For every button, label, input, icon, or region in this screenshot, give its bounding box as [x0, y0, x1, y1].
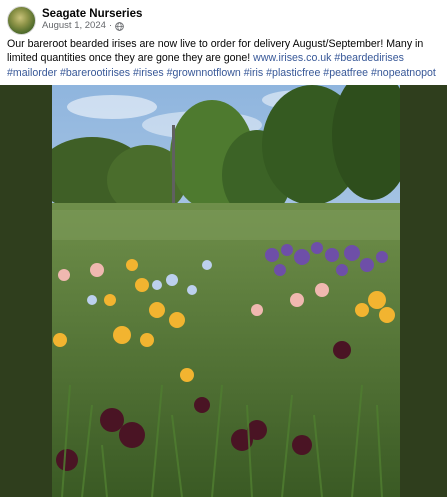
post-header: Seagate Nurseries August 1, 2024 · [7, 5, 142, 35]
website-link[interactable]: www.irises.co.uk [253, 52, 331, 64]
hashtag-link[interactable]: #nopeatnopot [371, 67, 436, 79]
facebook-post: Seagate Nurseries August 1, 2024 · Our b… [0, 0, 447, 497]
post-date[interactable]: August 1, 2024 [42, 20, 106, 32]
globe-icon [115, 22, 124, 31]
hashtag-link[interactable]: #iris [244, 67, 263, 79]
hashtag-link[interactable]: #mailorder [7, 67, 57, 79]
hashtag-link[interactable]: #plasticfree [266, 67, 320, 79]
hashtag-link[interactable]: #grownnotflown [167, 67, 241, 79]
hashtag-link[interactable]: #irises [133, 67, 164, 79]
post-photo-frame[interactable] [0, 85, 447, 497]
post-meta: Seagate Nurseries August 1, 2024 · [42, 8, 142, 32]
post-caption: Our bareroot bearded irises are now live… [7, 37, 441, 80]
post-subline: August 1, 2024 · [42, 20, 142, 32]
iris-field-photo[interactable] [52, 85, 400, 497]
separator-dot: · [108, 20, 113, 32]
page-avatar[interactable] [7, 5, 36, 35]
hashtag-link[interactable]: #beardedirises [334, 52, 404, 64]
hashtag-link[interactable]: #peatfree [323, 67, 368, 79]
hashtag-link[interactable]: #barerootirises [60, 67, 130, 79]
